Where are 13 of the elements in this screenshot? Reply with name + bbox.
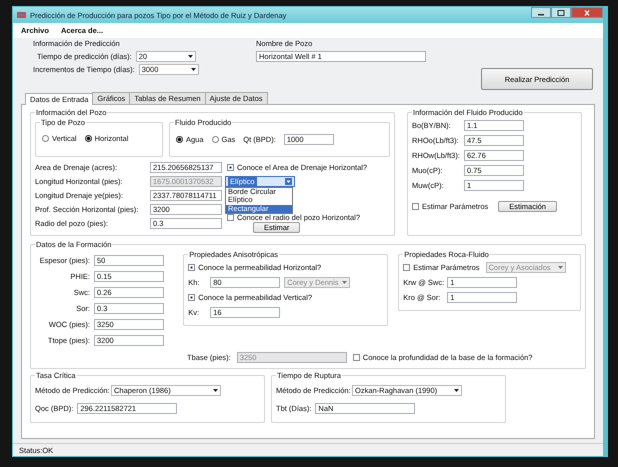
caret-icon [558, 266, 562, 269]
caret-icon [342, 281, 348, 284]
app-icon [17, 11, 26, 19]
minimize-button[interactable] [531, 7, 551, 18]
caret-icon [454, 388, 459, 392]
caret-icon [188, 55, 193, 58]
caret-icon [285, 178, 292, 184]
close-button[interactable] [571, 7, 603, 18]
maximize-button[interactable] [551, 7, 571, 18]
maximize-icon [557, 10, 565, 16]
caret-icon [213, 388, 218, 392]
caret-icon [190, 68, 196, 71]
close-icon [583, 10, 591, 16]
